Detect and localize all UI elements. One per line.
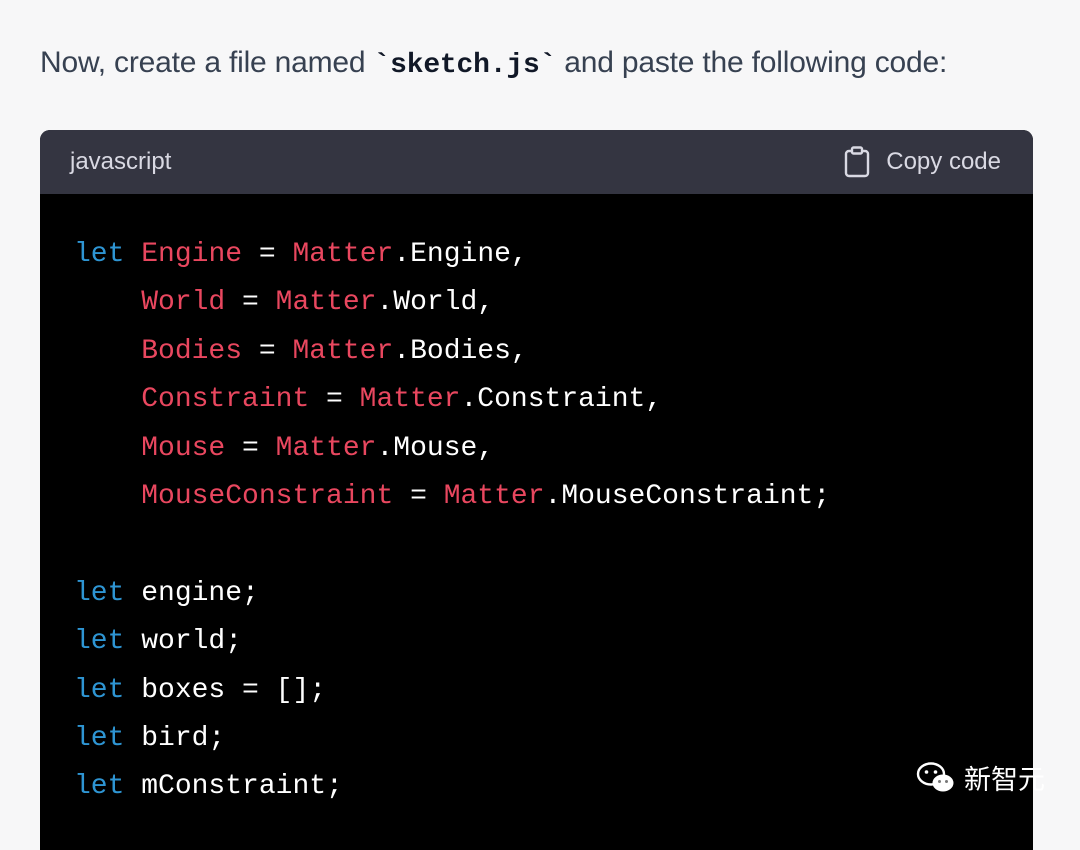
copy-code-button[interactable]: Copy code [844,146,1001,178]
code-line: MouseConstraint = Matter.MouseConstraint… [74,473,1033,521]
code-token: let [74,674,125,706]
code-token: Matter [443,480,545,512]
clipboard-icon [844,146,870,178]
code-token: Matter [292,335,394,367]
code-token: World [141,287,226,319]
wechat-icon [916,761,956,795]
code-token: bird; [124,722,226,754]
code-token: Engine [141,239,243,270]
code-token: Mouse [141,432,226,464]
code-token: world; [124,626,243,658]
code-line: Constraint = Matter.Constraint, [74,376,1033,424]
code-token: Matter [292,239,394,270]
code-token: = [309,384,360,416]
code-token: .World, [376,287,495,319]
code-line: Bodies = Matter.Bodies, [74,328,1033,376]
code-token: Matter [275,287,377,319]
code-token: Matter [359,384,461,416]
code-line: let mConstraint; [74,763,1033,811]
code-token: Bodies [141,335,243,367]
code-token: let [74,577,125,609]
intro-text: Now, create a file named `sketch.js` and… [40,40,947,89]
watermark: 新智元 [916,758,1045,797]
code-line: let engine; [74,570,1033,618]
code-token: .Constraint, [460,384,663,416]
code-line: let boxes = []; [74,667,1033,715]
code-line: World = Matter.World, [74,279,1033,327]
code-block: javascript Copy code let Engine = Matter… [40,130,1033,850]
code-token: let [74,626,125,658]
code-token: mConstraint; [124,771,343,803]
code-token: = [225,287,276,319]
intro-after: and paste the following code: [556,46,948,79]
copy-code-label: Copy code [886,148,1001,175]
code-token: .Bodies, [393,335,528,367]
code-token: MouseConstraint [141,480,394,512]
code-token: = [225,432,276,464]
code-token: engine; [124,577,259,609]
code-token: = [242,239,293,270]
inline-code-filename: `sketch.js` [373,50,557,81]
code-block-header: javascript Copy code [40,130,1033,194]
code-line: Mouse = Matter.Mouse, [74,425,1033,473]
code-content: let Engine = Matter.Engine, World = Matt… [40,194,1033,812]
code-token: .Mouse, [376,432,495,464]
code-line: let Engine = Matter.Engine, [74,231,1033,279]
code-token: .Engine, [393,239,528,270]
code-token: Constraint [141,384,310,416]
code-token: = [393,480,444,512]
code-token: let [74,239,125,270]
code-token: let [74,771,125,803]
code-token: let [74,722,125,754]
code-token: boxes = []; [124,674,327,706]
code-language-label: javascript [70,148,172,175]
intro-before: Now, create a file named [40,46,374,79]
code-line: let world; [74,618,1033,666]
code-token: = [242,335,293,367]
code-token: .MouseConstraint; [544,480,831,512]
code-line: let bird; [74,715,1033,763]
watermark-text: 新智元 [964,765,1045,796]
code-token: Matter [275,432,377,464]
